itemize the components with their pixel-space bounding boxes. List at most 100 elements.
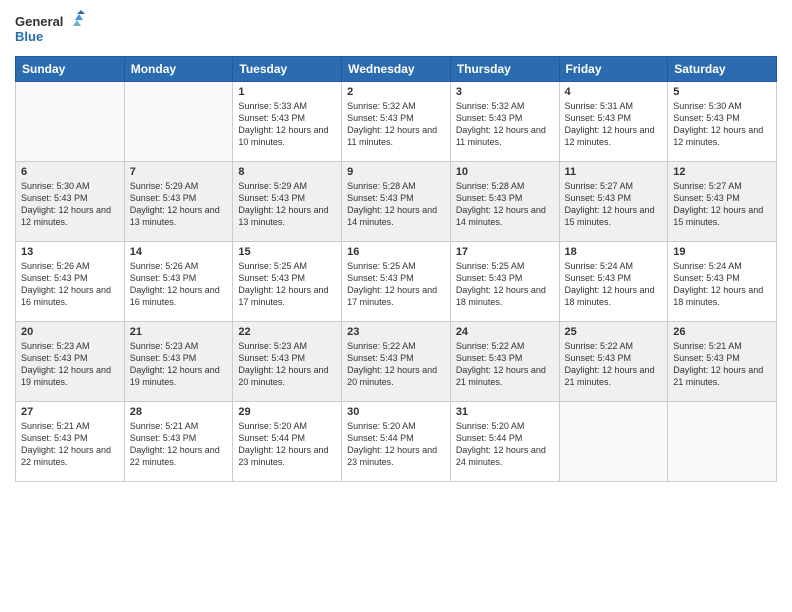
calendar-day-cell: 25 Sunrise: 5:22 AMSunset: 5:43 PMDayligh… [559,322,668,402]
day-info: Sunrise: 5:26 AMSunset: 5:43 PMDaylight:… [130,260,228,309]
day-info: Sunrise: 5:31 AMSunset: 5:43 PMDaylight:… [565,100,663,149]
day-number: 22 [238,326,336,338]
day-number: 28 [130,406,228,418]
day-number: 1 [238,86,336,98]
calendar-day-cell: 24 Sunrise: 5:22 AMSunset: 5:43 PMDayligh… [450,322,559,402]
day-info: Sunrise: 5:21 AMSunset: 5:43 PMDaylight:… [130,420,228,469]
day-of-week-header: Saturday [668,57,777,82]
day-number: 14 [130,246,228,258]
day-number: 18 [565,246,663,258]
day-info: Sunrise: 5:25 AMSunset: 5:43 PMDaylight:… [347,260,445,309]
day-number: 2 [347,86,445,98]
day-number: 15 [238,246,336,258]
day-number: 3 [456,86,554,98]
day-info: Sunrise: 5:26 AMSunset: 5:43 PMDaylight:… [21,260,119,309]
calendar-day-cell: 9 Sunrise: 5:28 AMSunset: 5:43 PMDaylight… [342,162,451,242]
calendar-day-cell: 18Sunrise: 5:24 AMSunset: 5:43 PMDayligh… [559,242,668,322]
calendar-week-row: 27Sunrise: 5:21 AMSunset: 5:43 PMDayligh… [16,402,777,482]
calendar-day-cell: 1 Sunrise: 5:33 AMSunset: 5:43 PMDaylight… [233,82,342,162]
day-info: Sunrise: 5:24 AMSunset: 5:43 PMDaylight:… [673,260,771,309]
calendar-day-cell: 17Sunrise: 5:25 AMSunset: 5:43 PMDayligh… [450,242,559,322]
day-of-week-header: Monday [124,57,233,82]
day-number: 16 [347,246,445,258]
day-of-week-header: Tuesday [233,57,342,82]
calendar-week-row: 6 Sunrise: 5:30 AMSunset: 5:43 PMDaylight… [16,162,777,242]
page-header: General Blue [15,10,777,48]
calendar-day-cell: 23 Sunrise: 5:22 AMSunset: 5:43 PMDayligh… [342,322,451,402]
calendar-day-cell: 13 Sunrise: 5:26 AMSunset: 5:43 PMDayligh… [16,242,125,322]
day-number: 26 [673,326,771,338]
day-number: 7 [130,166,228,178]
calendar-day-cell [16,82,125,162]
day-info: Sunrise: 5:32 AMSunset: 5:43 PMDaylight:… [347,100,445,149]
calendar-week-row: 1 Sunrise: 5:33 AMSunset: 5:43 PMDaylight… [16,82,777,162]
calendar-day-cell: 12 Sunrise: 5:27 AMSunset: 5:43 PMDayligh… [668,162,777,242]
calendar-day-cell [668,402,777,482]
day-of-week-header: Friday [559,57,668,82]
day-number: 24 [456,326,554,338]
day-info: Sunrise: 5:22 AMSunset: 5:43 PMDaylight:… [347,340,445,389]
logo-svg: General Blue [15,10,85,48]
day-number: 19 [673,246,771,258]
svg-text:General: General [15,14,63,29]
calendar-day-cell: 31Sunrise: 5:20 AMSunset: 5:44 PMDayligh… [450,402,559,482]
day-of-week-header: Thursday [450,57,559,82]
calendar-day-cell: 8 Sunrise: 5:29 AMSunset: 5:43 PMDaylight… [233,162,342,242]
calendar-header-row: SundayMondayTuesdayWednesdayThursdayFrid… [16,57,777,82]
day-number: 9 [347,166,445,178]
calendar-day-cell: 11 Sunrise: 5:27 AMSunset: 5:43 PMDayligh… [559,162,668,242]
calendar-day-cell: 22 Sunrise: 5:23 AMSunset: 5:43 PMDayligh… [233,322,342,402]
day-info: Sunrise: 5:22 AMSunset: 5:43 PMDaylight:… [456,340,554,389]
day-info: Sunrise: 5:29 AMSunset: 5:43 PMDaylight:… [130,180,228,229]
calendar-day-cell: 27Sunrise: 5:21 AMSunset: 5:43 PMDayligh… [16,402,125,482]
day-number: 13 [21,246,119,258]
calendar-day-cell: 5 Sunrise: 5:30 AMSunset: 5:43 PMDaylight… [668,82,777,162]
calendar-day-cell: 29Sunrise: 5:20 AMSunset: 5:44 PMDayligh… [233,402,342,482]
day-info: Sunrise: 5:21 AMSunset: 5:43 PMDaylight:… [21,420,119,469]
calendar-day-cell: 4 Sunrise: 5:31 AMSunset: 5:43 PMDaylight… [559,82,668,162]
logo: General Blue [15,10,85,48]
day-number: 23 [347,326,445,338]
day-number: 20 [21,326,119,338]
calendar-day-cell: 20Sunrise: 5:23 AMSunset: 5:43 PMDayligh… [16,322,125,402]
day-number: 21 [130,326,228,338]
day-number: 10 [456,166,554,178]
day-info: Sunrise: 5:23 AMSunset: 5:43 PMDaylight:… [238,340,336,389]
day-info: Sunrise: 5:30 AMSunset: 5:43 PMDaylight:… [673,100,771,149]
calendar-day-cell: 7 Sunrise: 5:29 AMSunset: 5:43 PMDaylight… [124,162,233,242]
day-info: Sunrise: 5:25 AMSunset: 5:43 PMDaylight:… [238,260,336,309]
day-number: 25 [565,326,663,338]
day-info: Sunrise: 5:20 AMSunset: 5:44 PMDaylight:… [456,420,554,469]
calendar-day-cell: 3 Sunrise: 5:32 AMSunset: 5:43 PMDaylight… [450,82,559,162]
day-number: 8 [238,166,336,178]
calendar-day-cell: 15 Sunrise: 5:25 AMSunset: 5:43 PMDayligh… [233,242,342,322]
calendar-day-cell: 2 Sunrise: 5:32 AMSunset: 5:43 PMDaylight… [342,82,451,162]
day-number: 29 [238,406,336,418]
calendar-day-cell: 6 Sunrise: 5:30 AMSunset: 5:43 PMDaylight… [16,162,125,242]
day-info: Sunrise: 5:27 AMSunset: 5:43 PMDaylight:… [673,180,771,229]
day-info: Sunrise: 5:23 AMSunset: 5:43 PMDaylight:… [130,340,228,389]
day-number: 5 [673,86,771,98]
day-number: 4 [565,86,663,98]
day-info: Sunrise: 5:21 AMSunset: 5:43 PMDaylight:… [673,340,771,389]
calendar-day-cell [559,402,668,482]
day-info: Sunrise: 5:33 AMSunset: 5:43 PMDaylight:… [238,100,336,149]
day-info: Sunrise: 5:27 AMSunset: 5:43 PMDaylight:… [565,180,663,229]
calendar-week-row: 20 Sunrise: 5:23 AMSunset: 5:43 PMDayligh… [16,322,777,402]
calendar-table: SundayMondayTuesdayWednesdayThursdayFrid… [15,56,777,482]
day-info: Sunrise: 5:22 AMSunset: 5:43 PMDaylight:… [565,340,663,389]
day-of-week-header: Sunday [16,57,125,82]
day-info: Sunrise: 5:29 AMSunset: 5:43 PMDaylight:… [238,180,336,229]
day-info: Sunrise: 5:28 AMSunset: 5:43 PMDaylight:… [347,180,445,229]
day-info: Sunrise: 5:28 AMSunset: 5:43 PMDaylight:… [456,180,554,229]
calendar-day-cell: 19 Sunrise: 5:24 AMSunset: 5:43 PMDayligh… [668,242,777,322]
day-number: 6 [21,166,119,178]
calendar-day-cell: 10 Sunrise: 5:28 AMSunset: 5:43 PMDayligh… [450,162,559,242]
day-info: Sunrise: 5:32 AMSunset: 5:43 PMDaylight:… [456,100,554,149]
day-number: 30 [347,406,445,418]
day-info: Sunrise: 5:30 AMSunset: 5:43 PMDaylight:… [21,180,119,229]
calendar-day-cell: 21 Sunrise: 5:23 AMSunset: 5:43 PMDayligh… [124,322,233,402]
day-number: 11 [565,166,663,178]
day-number: 12 [673,166,771,178]
calendar-day-cell: 26 Sunrise: 5:21 AMSunset: 5:43 PMDayligh… [668,322,777,402]
